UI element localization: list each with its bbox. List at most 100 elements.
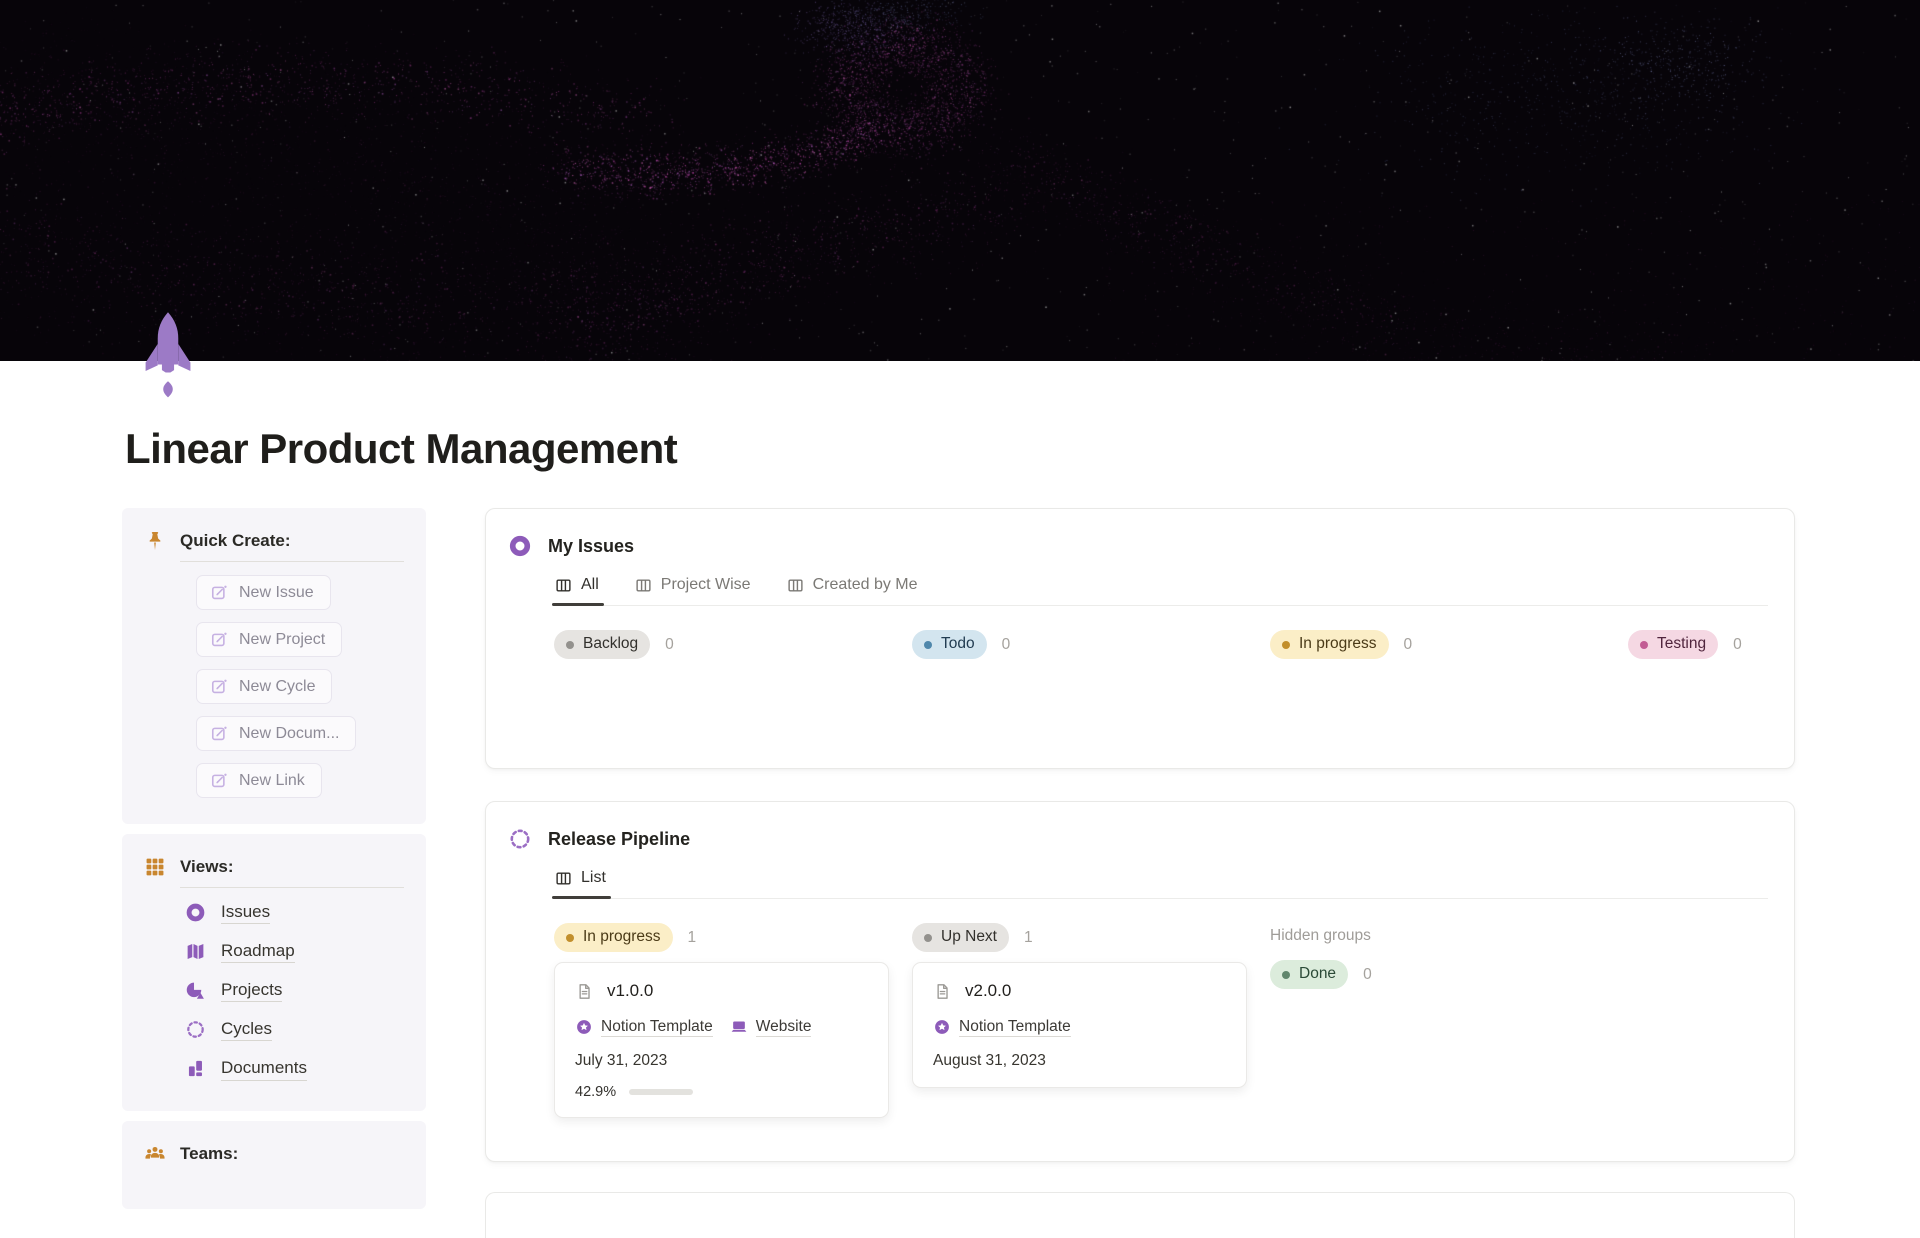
tab-list[interactable]: List: [552, 861, 611, 900]
release-card-links: Notion Template Website: [575, 1017, 868, 1038]
status-dot: [924, 640, 932, 649]
status-label: Done: [1299, 965, 1337, 983]
progress-row: 42.9%: [575, 1084, 868, 1100]
new-document-button[interactable]: New Docum...: [196, 716, 357, 752]
new-project-button[interactable]: New Project: [196, 622, 343, 658]
group-count: 0: [1001, 635, 1011, 653]
status-badge-done[interactable]: Done: [1270, 960, 1349, 989]
release-date: August 31, 2023: [933, 1052, 1046, 1070]
status-badge-backlog[interactable]: Backlog: [554, 630, 651, 659]
donut-circle-icon: [186, 903, 205, 922]
quick-create-header: Quick Create:: [144, 530, 406, 552]
page-title[interactable]: Linear Product Management: [125, 425, 1920, 472]
group-column-todo: Todo 0: [912, 629, 1270, 660]
new-issue-label: New Issue: [239, 583, 314, 601]
compose-icon: [211, 585, 227, 600]
sidebar-item-issues[interactable]: Issues: [185, 901, 406, 925]
status-label: Todo: [941, 635, 975, 653]
release-card-title-row: v1.0.0: [575, 981, 868, 1001]
hidden-groups-label: Hidden groups: [1270, 927, 1371, 945]
release-card-v1[interactable]: v1.0.0 Notion Template Website July 31, …: [554, 962, 889, 1119]
page-icon: [937, 983, 948, 999]
quick-create-title: Quick Create:: [180, 531, 291, 551]
compose-icon: [211, 773, 227, 788]
blocks-icon: [188, 1061, 202, 1077]
new-issue-button[interactable]: New Issue: [196, 575, 331, 611]
views-list: Issues Roadmap Projects Cycles Documents: [185, 901, 406, 1081]
teams-title: Teams:: [180, 1143, 239, 1163]
notion-template-link[interactable]: Notion Template: [933, 1017, 1071, 1038]
views-panel: Views: Issues Roadmap Projects Cycles Do…: [122, 834, 426, 1111]
status-dot: [1282, 970, 1290, 979]
status-badge-in-progress[interactable]: In progress: [554, 923, 673, 952]
release-pipeline-title: Release Pipeline: [548, 828, 691, 849]
new-link-button[interactable]: New Link: [196, 763, 322, 799]
rocket-page-icon[interactable]: [140, 310, 196, 404]
laptop-icon: [731, 1021, 747, 1033]
shapes-icon: [186, 982, 204, 999]
tab-label: Created by Me: [812, 576, 918, 594]
my-issues-header: My Issues: [508, 534, 1768, 558]
tab-all[interactable]: All: [552, 568, 604, 607]
status-dot: [1282, 640, 1290, 649]
compose-icon: [211, 632, 227, 647]
new-link-label: New Link: [239, 771, 305, 789]
group-count: 1: [687, 928, 697, 946]
teams-header: Teams:: [144, 1143, 406, 1165]
group-count: 0: [1733, 635, 1742, 653]
new-cycle-button[interactable]: New Cycle: [196, 669, 333, 705]
new-project-label: New Project: [239, 630, 326, 648]
notion-template-link[interactable]: Notion Template: [575, 1017, 713, 1038]
status-badge-in-progress[interactable]: In progress: [1270, 630, 1389, 659]
release-version-label: v2.0.0: [965, 981, 1012, 1001]
status-dot: [566, 640, 574, 649]
release-card-links: Notion Template: [933, 1017, 1226, 1038]
group-count: 1: [1024, 928, 1033, 946]
link-label: Notion Template: [959, 1017, 1071, 1038]
sidebar-item-projects[interactable]: Projects: [185, 979, 406, 1003]
star-badge-icon: [577, 1020, 591, 1035]
sidebar-item-roadmap[interactable]: Roadmap: [185, 940, 406, 964]
status-badge-up-next[interactable]: Up Next: [912, 923, 1009, 952]
pushpin-icon: [149, 532, 161, 551]
status-dot: [1640, 640, 1648, 649]
release-card-v2[interactable]: v2.0.0 Notion Template August 31, 2023: [912, 962, 1247, 1089]
link-label: Notion Template: [601, 1017, 713, 1038]
status-dot: [566, 933, 574, 942]
status-label: In progress: [583, 928, 661, 946]
views-header: Views:: [144, 856, 406, 878]
status-badge-todo[interactable]: Todo: [912, 630, 987, 659]
quick-create-panel: Quick Create: New Issue New Project New …: [122, 508, 426, 825]
views-title: Views:: [180, 857, 234, 877]
view-label: Projects: [221, 979, 283, 1003]
view-label: Issues: [221, 901, 271, 925]
status-badge-testing[interactable]: Testing: [1628, 630, 1719, 659]
new-document-label: New Docum...: [239, 724, 340, 742]
tab-project-wise[interactable]: Project Wise: [634, 568, 752, 605]
board-view-icon: [556, 872, 571, 885]
board-view-icon: [787, 579, 803, 592]
page-icon: [579, 983, 590, 999]
my-issues-tabs: All Project Wise Created by Me: [552, 568, 1768, 607]
group-column-testing: Testing 0: [1628, 629, 1920, 660]
map-icon: [187, 944, 204, 960]
group-column-hidden: Hidden groups Done 0: [1270, 922, 1628, 1118]
group-column-backlog: Backlog 0: [554, 629, 912, 660]
board-view-icon: [556, 579, 571, 592]
people-icon: [145, 1146, 165, 1159]
sidebar-item-documents[interactable]: Documents: [185, 1057, 406, 1081]
divider: [180, 887, 404, 889]
group-count: 0: [1403, 635, 1413, 653]
release-pipeline-groups: In progress 1 v1.0.0 Notion Template Web…: [554, 922, 1768, 1119]
group-column-up-next: Up Next 1 v2.0.0 Notion Template August …: [912, 922, 1270, 1118]
sidebar-item-cycles[interactable]: Cycles: [185, 1018, 406, 1042]
tab-created-by-me[interactable]: Created by Me: [786, 568, 919, 605]
my-issues-groups: Backlog 0 Todo 0 In progress 0 Testing 0: [554, 629, 1768, 660]
group-column-in-progress: In progress 0: [1270, 629, 1628, 660]
notion-page: Linear Product Management Quick Create:: [0, 0, 1920, 1238]
new-cycle-label: New Cycle: [239, 677, 316, 695]
website-link[interactable]: Website: [730, 1017, 812, 1038]
page-body: Quick Create: New Issue New Project New …: [122, 508, 1795, 1238]
link-label: Website: [755, 1017, 812, 1038]
tab-label: Project Wise: [660, 576, 751, 594]
